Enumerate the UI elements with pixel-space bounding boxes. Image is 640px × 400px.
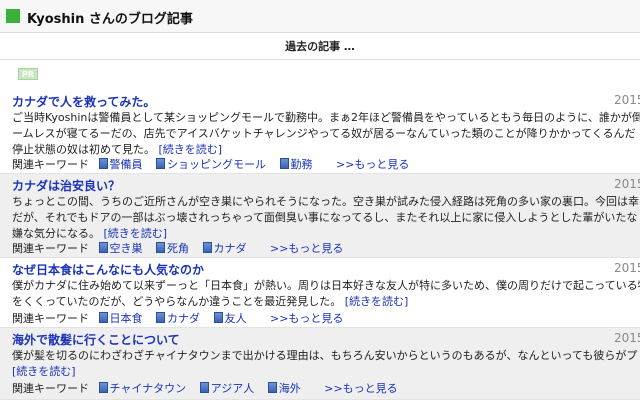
keyword-icon <box>156 312 165 323</box>
keyword-icon <box>98 158 108 169</box>
entry-text-line: をくくっていたのだが、どうやらなんか違うことを最近発見した。 <box>12 295 342 308</box>
keyword-tag[interactable]: 日本食 <box>98 312 143 325</box>
related-keywords: 関連キーワード 警備員 ショッピングモール 勤務 >>もっと見る <box>12 156 409 172</box>
related-keywords: 関連キーワード 空き巣 死角 カナダ >>もっと見る <box>12 240 343 256</box>
keyword-tag[interactable]: ショッピングモール <box>156 158 266 171</box>
entry-item: なぜ日本食はこんなにも人気なのか 2015 僕がカナダに住み始めて以来ずーっと「… <box>0 258 640 328</box>
more-keywords-link[interactable]: >>もっと見る <box>324 382 397 395</box>
keyword-label: 関連キーワード <box>12 382 89 395</box>
entry-body: 僕が髪を切るのにわざわざチャイナタウンまで出かける理由は、もちろん安いからという… <box>12 348 637 380</box>
keyword-icon <box>213 312 223 323</box>
entry-title[interactable]: なぜ日本食はこんなにも人気なのか <box>12 261 204 278</box>
keyword-icon <box>98 312 108 323</box>
more-keywords-link[interactable]: >>もっと見る <box>336 158 409 171</box>
divider <box>0 59 640 60</box>
entry-body: ご当時Kyoshinは警備員として某ショッピングモールで勤務中。まぁ2年ほど警備… <box>12 110 640 158</box>
pr-badge: PR <box>18 68 38 80</box>
keyword-icon <box>156 158 165 169</box>
entry-item: カナダで人を救ってみた。 2015 ご当時Kyoshinは警備員として某ショッピ… <box>0 90 640 174</box>
entry-title[interactable]: カナダで人を救ってみた。 <box>12 93 155 110</box>
entry-date: 2015 <box>614 261 640 275</box>
entry-list: カナダで人を救ってみた。 2015 ご当時Kyoshinは警備員として某ショッピ… <box>0 90 640 400</box>
entry-text-line: ちょっとこの間、うちのご近所さんが空き巣にやられそうになった。空き巣が試みた侵入… <box>12 195 640 208</box>
entry-text-line: 停止状態の奴は初めて見た。 <box>12 143 155 156</box>
keyword-icon <box>98 242 108 253</box>
entry-date: 2015 <box>614 331 640 345</box>
green-square-icon <box>6 9 20 23</box>
blog-header: Kyoshin さんのブログ記事 <box>0 0 640 33</box>
entry-text-line: 僕が髪を切るのにわざわざチャイナタウンまで出かける理由は、もちろん安いからという… <box>12 349 638 362</box>
entry-text-line: だが、それでもドアの一部はぶっ壊されっちゃって面倒臭い事になってるし、またそれ以… <box>12 211 638 224</box>
entry-text-line: 僕がカナダに住み始めて以来ずーっと「日本食」が熱い。周りは日本好きな友人が特に多… <box>12 279 640 292</box>
keyword-label: 関連キーワード <box>12 158 89 171</box>
keyword-icon <box>279 158 289 169</box>
entry-text-line: ームレスが寝てるーだの、店先でアイスバケットチャレンジやってる奴が居るーなんてい… <box>12 127 636 140</box>
entry-title[interactable]: カナダは治安良い？ <box>12 177 120 194</box>
entry-title[interactable]: 海外で散髪に行くことについて <box>12 331 180 348</box>
entry-date: 2015 <box>614 93 640 107</box>
keyword-icon <box>199 382 209 393</box>
keyword-tag[interactable]: 海外 <box>267 382 301 395</box>
read-more-link[interactable]: [続きを読む] <box>104 227 168 240</box>
related-keywords: 関連キーワード チャイナタウン アジア人 海外 >>もっと見る <box>12 380 398 396</box>
more-keywords-link[interactable]: >>もっと見る <box>270 242 343 255</box>
entry-date: 2015 <box>614 177 640 191</box>
keyword-icon <box>98 382 108 393</box>
read-more-link[interactable]: [続きを読む] <box>345 295 409 308</box>
related-keywords: 関連キーワード 日本食 カナダ 友人 >>もっと見る <box>12 310 343 326</box>
keyword-tag[interactable]: アジア人 <box>199 382 254 395</box>
keyword-tag[interactable]: 友人 <box>213 312 247 325</box>
past-articles-link[interactable]: 過去の記事 … <box>0 38 640 54</box>
keyword-tag[interactable]: カナダ <box>156 312 200 325</box>
entry-body: ちょっとこの間、うちのご近所さんが空き巣にやられそうになった。空き巣が試みた侵入… <box>12 194 640 242</box>
keyword-label: 関連キーワード <box>12 312 89 325</box>
blog-title[interactable]: Kyoshin さんのブログ記事 <box>27 8 193 27</box>
entry-item: カナダは治安良い？ 2015 ちょっとこの間、うちのご近所さんが空き巣にやられそ… <box>0 174 640 258</box>
keyword-tag[interactable]: 空き巣 <box>98 242 143 255</box>
keyword-label: 関連キーワード <box>12 242 89 255</box>
read-more-link[interactable]: [続きを読む] <box>12 365 76 378</box>
keyword-icon <box>202 242 212 253</box>
keyword-tag[interactable]: 死角 <box>156 242 189 255</box>
entry-body: 僕がカナダに住み始めて以来ずーっと「日本食」が熱い。周りは日本好きな友人が特に多… <box>12 278 640 310</box>
read-more-link[interactable]: [続きを読む] <box>159 143 223 156</box>
keyword-tag[interactable]: チャイナタウン <box>98 382 186 395</box>
keyword-icon <box>156 242 165 253</box>
keyword-icon <box>267 382 277 393</box>
entry-item: 海外で散髪に行くことについて 2015 僕が髪を切るのにわざわざチャイナタウンま… <box>0 328 640 400</box>
entry-text-line: 嫌な気分になる。 <box>12 227 100 240</box>
keyword-tag[interactable]: カナダ <box>202 242 247 255</box>
keyword-tag[interactable]: 警備員 <box>98 158 143 171</box>
keyword-tag[interactable]: 勤務 <box>279 158 313 171</box>
more-keywords-link[interactable]: >>もっと見る <box>270 312 343 325</box>
entry-text-line: ご当時Kyoshinは警備員として某ショッピングモールで勤務中。まぁ2年ほど警備… <box>12 111 640 124</box>
